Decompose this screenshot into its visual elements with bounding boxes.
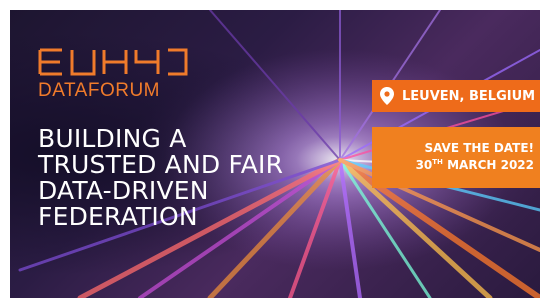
save-the-date-badge: SAVE THE DATE! 30TH MARCH 2022 [372, 127, 540, 188]
event-month-year: MARCH 2022 [447, 158, 534, 172]
banner-frame: DATAFORUM BUILDING A TRUSTED AND FAIR DA… [0, 0, 542, 302]
save-the-date-label: SAVE THE DATE! [424, 141, 534, 155]
headline-line: TRUSTED AND FAIR [38, 150, 284, 179]
headline: BUILDING A TRUSTED AND FAIR DATA-DRIVEN … [38, 126, 338, 230]
location-badge: LEUVEN, BELGIUM [372, 80, 540, 112]
event-banner: DATAFORUM BUILDING A TRUSTED AND FAIR DA… [10, 10, 540, 298]
headline-line: DATA-DRIVEN [38, 176, 209, 205]
brand-logo: DATAFORUM [38, 48, 188, 102]
brand-subtitle: DATAFORUM [38, 80, 161, 101]
location-text: LEUVEN, BELGIUM [402, 88, 536, 104]
headline-line: BUILDING A [38, 124, 187, 153]
event-day-ordinal: TH [432, 158, 443, 166]
event-date: 30TH MARCH 2022 [372, 158, 534, 172]
location-pin-icon [380, 87, 394, 105]
headline-line: FEDERATION [38, 202, 198, 231]
euhyd-logo-mark [38, 48, 188, 76]
event-day: 30 [415, 158, 433, 172]
